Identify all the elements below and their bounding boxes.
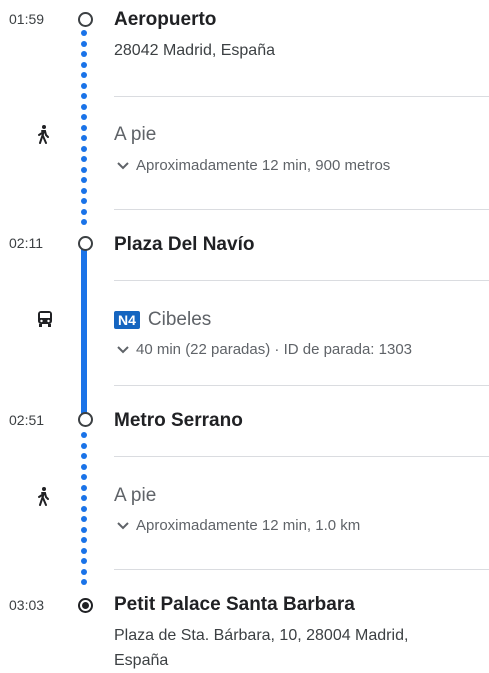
walk-route-dot <box>81 103 87 110</box>
chevron-down-icon <box>117 345 129 353</box>
walk-route-dot <box>81 82 87 89</box>
walk-route-dot <box>81 568 87 575</box>
walk-route-dot <box>81 453 87 459</box>
walk-route-dot <box>81 61 87 68</box>
divider <box>114 209 489 210</box>
walk-route-dot <box>81 547 87 554</box>
divider <box>114 456 489 457</box>
stop-time: 03:03 <box>9 597 45 613</box>
stop-address: 28042 Madrid, España <box>114 42 275 59</box>
stop-time: 02:51 <box>9 412 45 428</box>
stop-marker-icon <box>78 236 93 251</box>
walk-icon <box>35 486 51 511</box>
walk-route-dot <box>81 51 87 57</box>
walk-route-dot <box>81 558 87 564</box>
transit-line[interactable]: N4 Cibeles <box>114 309 211 331</box>
walk-route-dot <box>81 177 87 183</box>
stop-name[interactable]: Metro Serrano <box>114 410 243 432</box>
leg-title: A pie <box>114 485 157 506</box>
stop-address: Plaza de Sta. Bárbara, 10, 28004 Madrid, <box>114 627 409 644</box>
stop-marker-icon <box>78 412 93 427</box>
walk-route-dot <box>81 72 87 78</box>
walk-route-dot <box>81 124 87 131</box>
walk-route-dot <box>81 537 87 543</box>
chevron-down-icon <box>117 161 129 169</box>
walk-route-dot <box>81 526 87 533</box>
stop-name[interactable]: Plaza Del Navío <box>114 234 254 256</box>
walk-route-dot <box>81 30 87 36</box>
leg-details-toggle[interactable]: Aproximadamente 12 min, 900 metros <box>116 157 390 174</box>
walk-route-dot <box>81 166 87 173</box>
stop-name[interactable]: Aeropuerto <box>114 9 216 31</box>
leg-details-toggle[interactable]: 40 min (22 paradas) · ID de parada: 1303 <box>116 341 412 358</box>
walk-route-dot <box>81 579 87 585</box>
walk-route-dot <box>81 208 87 215</box>
chevron-down-icon <box>117 521 129 529</box>
walk-route-dot <box>81 505 87 512</box>
walk-route-dot <box>81 484 87 491</box>
walk-route-dot <box>81 156 87 162</box>
walk-route-dot <box>81 474 87 480</box>
leg-title: A pie <box>114 124 157 145</box>
bus-route-line <box>81 248 87 414</box>
stop-time: 01:59 <box>9 11 45 27</box>
bus-icon <box>37 310 53 333</box>
leg-detail: 40 min (22 paradas) · ID de parada: 1303 <box>136 341 412 358</box>
stop-time: 02:11 <box>9 235 43 251</box>
walk-route-dot <box>81 495 87 501</box>
leg-title: Cibeles <box>147 309 212 330</box>
stop-address: España <box>114 652 169 669</box>
walk-route-dot <box>81 145 87 152</box>
leg-details-toggle[interactable]: Aproximadamente 12 min, 1.0 km <box>116 517 360 534</box>
walk-route-dot <box>81 135 87 141</box>
walk-icon <box>35 124 51 149</box>
walk-route-dot <box>81 114 87 120</box>
stop-name[interactable]: Petit Palace Santa Barbara <box>114 594 355 616</box>
leg-detail: Aproximadamente 12 min, 1.0 km <box>136 517 361 534</box>
leg-detail: Aproximadamente 12 min, 900 metros <box>136 157 391 174</box>
walk-route-dot <box>81 516 87 522</box>
route-badge: N4 <box>114 311 140 329</box>
divider <box>114 385 489 386</box>
walk-route-dot <box>81 463 87 470</box>
divider <box>114 280 489 281</box>
divider <box>114 96 489 97</box>
walk-route-dot <box>81 432 87 438</box>
destination-marker-icon <box>78 598 93 613</box>
walk-route-dot <box>81 198 87 204</box>
walk-route-dot <box>81 219 87 225</box>
walk-route-dot <box>81 40 87 47</box>
divider <box>114 569 489 570</box>
walk-route-dot <box>81 93 87 99</box>
walk-route-dot <box>81 187 87 194</box>
origin-marker-icon <box>78 12 93 27</box>
walk-route-dot <box>81 442 87 449</box>
